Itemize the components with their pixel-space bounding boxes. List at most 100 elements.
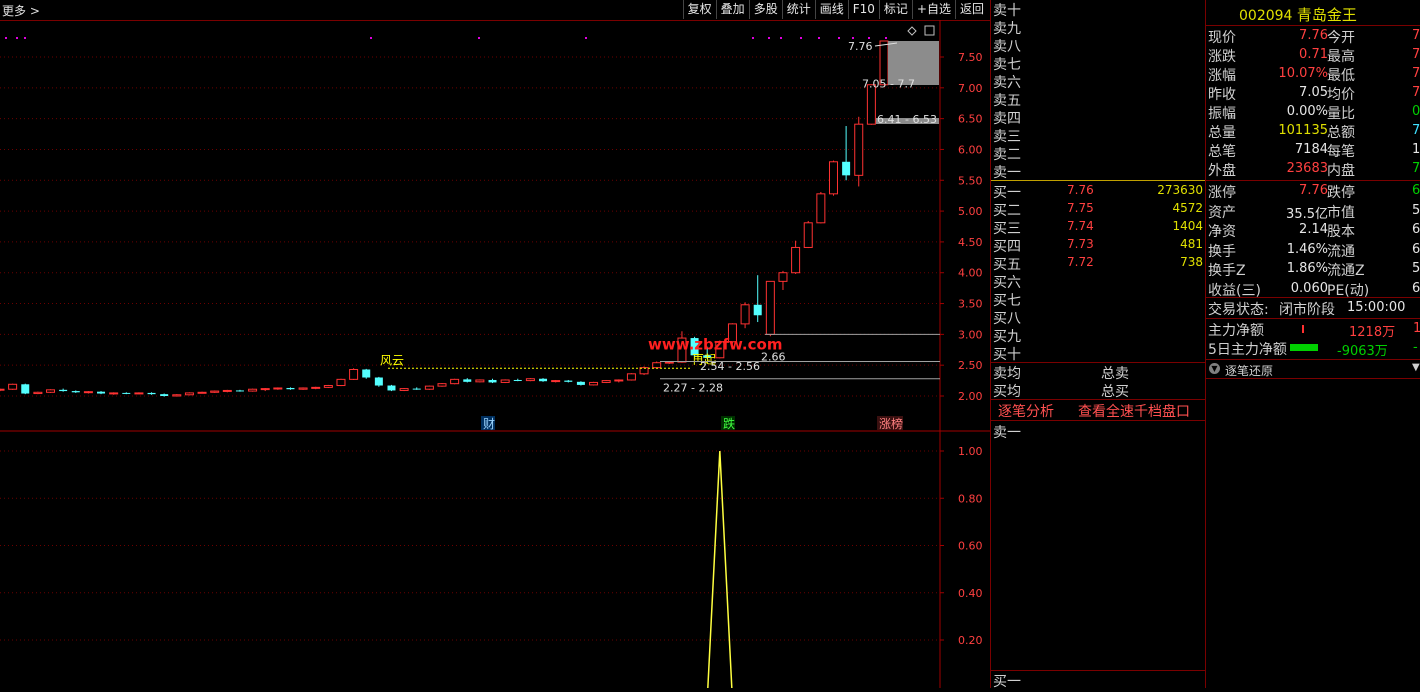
signal-dot xyxy=(24,37,26,39)
bid-row[interactable]: 买一 7.76 273630 xyxy=(991,182,1205,201)
quote-value: 0.060 xyxy=(1290,280,1328,296)
candle-body xyxy=(437,383,447,387)
ask-row[interactable]: 卖十 xyxy=(991,0,1205,19)
quote-label: 现价 xyxy=(1208,30,1236,46)
candle-body xyxy=(513,379,522,381)
toolbar-button-5[interactable]: F10 xyxy=(847,0,879,19)
candle-body xyxy=(525,378,535,382)
book-price: 7.75 xyxy=(1067,201,1094,215)
candle-body xyxy=(765,280,775,335)
quote-label: 总额 xyxy=(1327,125,1355,141)
ask-row[interactable]: 卖一 xyxy=(991,162,1205,181)
candle-body xyxy=(463,379,472,382)
candle-body xyxy=(488,379,497,383)
ask-row[interactable]: 卖七 xyxy=(991,54,1205,73)
quote-value: 7.76 xyxy=(1299,183,1328,198)
quote-value: 23683 xyxy=(1286,161,1328,176)
range-label: 2.27 - 2.28 xyxy=(663,382,723,395)
signal-dot xyxy=(838,37,840,39)
candle-body xyxy=(614,379,624,382)
price-axis-label: 6.00 xyxy=(958,143,983,156)
quote-value-clipped: 774 xyxy=(1412,161,1420,176)
tick-list-label: 买一 xyxy=(993,674,1021,690)
quote-row: 资产 35.5亿市值 53.6 xyxy=(1206,202,1420,222)
full-book-link[interactable]: 查看全速千档盘口 xyxy=(1078,401,1190,421)
book-level-label: 卖七 xyxy=(993,57,1021,73)
bid-row[interactable]: 买四 7.73 481 xyxy=(991,236,1205,255)
bid-row[interactable]: 买九 xyxy=(991,326,1205,345)
quote-divider xyxy=(1206,180,1420,181)
range-label: 7.05 - 7.7 xyxy=(862,78,915,91)
indicator-spike-line xyxy=(707,450,733,689)
book-links: 逐笔分析 查看全速千档盘口 xyxy=(991,400,1205,421)
signal-dot xyxy=(885,37,887,39)
toolbar-button-4[interactable]: 画线 xyxy=(814,0,848,19)
tick-analysis-link[interactable]: 逐笔分析 xyxy=(998,401,1054,421)
bid-row[interactable]: 买十 xyxy=(991,344,1205,363)
candle-body xyxy=(109,392,119,395)
candle-body xyxy=(8,383,18,390)
quote-label: 股本 xyxy=(1327,224,1355,240)
ask-row[interactable]: 卖六 xyxy=(991,72,1205,91)
candle-body xyxy=(854,123,864,176)
fengyun-label: 风云 xyxy=(380,353,404,367)
signal-dot xyxy=(585,37,587,39)
candle-body xyxy=(564,380,573,382)
candle-body xyxy=(71,391,80,393)
toolbar-button-3[interactable]: 统计 xyxy=(781,0,815,19)
bid-row[interactable]: 买五 7.72 738 xyxy=(991,254,1205,273)
book-price: 7.74 xyxy=(1067,219,1094,233)
ask-row[interactable]: 卖八 xyxy=(991,36,1205,55)
ask-row[interactable]: 卖二 xyxy=(991,144,1205,163)
total-label: 总卖 xyxy=(1101,366,1129,382)
book-volume: 738 xyxy=(1180,255,1203,269)
price-axis-label: 7.00 xyxy=(958,82,983,95)
quote-divider xyxy=(1206,359,1420,360)
quote-divider xyxy=(1206,318,1420,319)
book-price: 7.73 xyxy=(1067,237,1094,251)
candle-body xyxy=(210,390,220,393)
quote-value: 7.05 xyxy=(1299,85,1328,100)
bid-row[interactable]: 买二 7.75 4572 xyxy=(991,200,1205,219)
candle-body xyxy=(828,161,838,195)
quote-label: 量比 xyxy=(1327,106,1355,122)
quote-label: 换手 xyxy=(1208,243,1236,260)
event-tag-zhangbang: 涨榜 xyxy=(879,416,903,431)
panel-toggle-icon[interactable] xyxy=(924,25,935,36)
kline-svg[interactable]: 7.50 7.00 6.50 6.00 5.50 5.00 4.50 4.00 3.50 3.00… xyxy=(0,20,990,689)
ask-row[interactable]: 卖九 xyxy=(991,18,1205,37)
main-net-row: 主力净额 1218万 1 xyxy=(1206,320,1420,340)
trade-time: 15:00:00 xyxy=(1347,300,1406,315)
book-price: 7.76 xyxy=(1067,183,1094,197)
bid-row[interactable]: 买七 xyxy=(991,290,1205,309)
toolbar-button-6[interactable]: 标记 xyxy=(878,0,912,19)
toolbar-button-8[interactable]: 返回 xyxy=(954,0,988,19)
quote-label: 净资 xyxy=(1208,224,1236,240)
toolbar-button-2[interactable]: 多股 xyxy=(748,0,782,19)
dropdown-icon[interactable]: ▼ xyxy=(1412,362,1420,373)
candle-body xyxy=(46,389,56,393)
diamond-icon[interactable] xyxy=(907,26,917,36)
ask-row[interactable]: 卖三 xyxy=(991,126,1205,145)
bid-row[interactable]: 买六 xyxy=(991,272,1205,291)
candle-body xyxy=(349,368,359,380)
quote-value: 0.00% xyxy=(1286,104,1328,119)
main-net-tail: 1 xyxy=(1413,321,1420,336)
candle-body xyxy=(450,378,460,385)
candle-body xyxy=(652,362,662,369)
candle-body xyxy=(539,378,548,382)
more-button[interactable]: 更多 > xyxy=(2,2,40,19)
quote-row: 总量 101135总额 7848 xyxy=(1206,122,1420,141)
toolbar-button-7[interactable]: +自选 xyxy=(911,0,955,19)
toolbar-button-1[interactable]: 叠加 xyxy=(715,0,749,19)
candle-body xyxy=(222,389,232,392)
candle-body xyxy=(803,222,813,248)
bid-row[interactable]: 买八 xyxy=(991,308,1205,327)
kline-chart[interactable]: 7.50 7.00 6.50 6.00 5.50 5.00 4.50 4.00 3.50 3.00… xyxy=(0,20,990,689)
ask-row[interactable]: 卖四 xyxy=(991,108,1205,127)
bid-row[interactable]: 买三 7.74 1404 xyxy=(991,218,1205,237)
candle-body xyxy=(286,387,295,390)
ask-row[interactable]: 卖五 xyxy=(991,90,1205,109)
toolbar-button-0[interactable]: 复权 xyxy=(682,0,716,19)
collapse-icon[interactable]: ▼ xyxy=(1209,363,1220,374)
